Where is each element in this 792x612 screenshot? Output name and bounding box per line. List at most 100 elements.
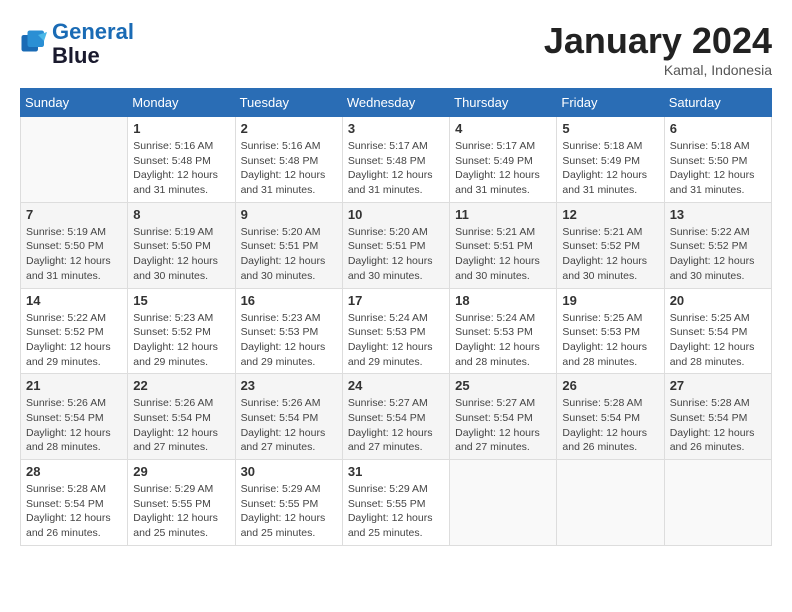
header-saturday: Saturday — [664, 89, 771, 117]
day-number: 22 — [133, 378, 229, 393]
day-number: 9 — [241, 207, 337, 222]
day-number: 26 — [562, 378, 658, 393]
day-info: Sunrise: 5:21 AM Sunset: 5:52 PM Dayligh… — [562, 225, 658, 284]
day-info: Sunrise: 5:19 AM Sunset: 5:50 PM Dayligh… — [133, 225, 229, 284]
header-thursday: Thursday — [450, 89, 557, 117]
calendar-cell: 28 Sunrise: 5:28 AM Sunset: 5:54 PM Dayli… — [21, 460, 128, 546]
day-number: 21 — [26, 378, 122, 393]
calendar-cell: 5 Sunrise: 5:18 AM Sunset: 5:49 PM Daylig… — [557, 117, 664, 203]
calendar-cell: 25 Sunrise: 5:27 AM Sunset: 5:54 PM Dayli… — [450, 374, 557, 460]
day-number: 15 — [133, 293, 229, 308]
logo-icon — [20, 29, 50, 59]
day-info: Sunrise: 5:27 AM Sunset: 5:54 PM Dayligh… — [455, 396, 551, 455]
title-area: January 2024 Kamal, Indonesia — [544, 20, 772, 78]
header-tuesday: Tuesday — [235, 89, 342, 117]
logo: General Blue — [20, 20, 134, 68]
day-number: 10 — [348, 207, 444, 222]
calendar-cell: 14Sunrise: 5:22 AM Sunset: 5:52 PM Dayli… — [21, 288, 128, 374]
calendar-cell: 10 Sunrise: 5:20 AM Sunset: 5:51 PM Dayli… — [342, 202, 449, 288]
day-number: 23 — [241, 378, 337, 393]
calendar-cell: 31Sunrise: 5:29 AM Sunset: 5:55 PM Dayli… — [342, 460, 449, 546]
day-number: 1 — [133, 121, 229, 136]
day-info: Sunrise: 5:22 AM Sunset: 5:52 PM Dayligh… — [670, 225, 766, 284]
day-number: 8 — [133, 207, 229, 222]
day-number: 16 — [241, 293, 337, 308]
calendar-cell: 9 Sunrise: 5:20 AM Sunset: 5:51 PM Daylig… — [235, 202, 342, 288]
calendar-week-row: 14Sunrise: 5:22 AM Sunset: 5:52 PM Dayli… — [21, 288, 772, 374]
day-info: Sunrise: 5:25 AM Sunset: 5:53 PM Dayligh… — [562, 311, 658, 370]
calendar-cell: 7 Sunrise: 5:19 AM Sunset: 5:50 PM Daylig… — [21, 202, 128, 288]
day-info: Sunrise: 5:24 AM Sunset: 5:53 PM Dayligh… — [455, 311, 551, 370]
calendar-week-row: 28 Sunrise: 5:28 AM Sunset: 5:54 PM Dayli… — [21, 460, 772, 546]
day-number: 19 — [562, 293, 658, 308]
day-number: 20 — [670, 293, 766, 308]
calendar-cell: 6Sunrise: 5:18 AM Sunset: 5:50 PM Daylig… — [664, 117, 771, 203]
calendar-cell: 29 Sunrise: 5:29 AM Sunset: 5:55 PM Dayli… — [128, 460, 235, 546]
day-info: Sunrise: 5:29 AM Sunset: 5:55 PM Dayligh… — [133, 482, 229, 541]
day-info: Sunrise: 5:28 AM Sunset: 5:54 PM Dayligh… — [670, 396, 766, 455]
calendar-cell — [21, 117, 128, 203]
day-info: Sunrise: 5:17 AM Sunset: 5:48 PM Dayligh… — [348, 139, 444, 198]
calendar-cell: 20 Sunrise: 5:25 AM Sunset: 5:54 PM Dayli… — [664, 288, 771, 374]
day-number: 28 — [26, 464, 122, 479]
logo-text: General Blue — [52, 20, 134, 68]
day-info: Sunrise: 5:17 AM Sunset: 5:49 PM Dayligh… — [455, 139, 551, 198]
day-number: 29 — [133, 464, 229, 479]
calendar-cell: 18 Sunrise: 5:24 AM Sunset: 5:53 PM Dayli… — [450, 288, 557, 374]
day-number: 18 — [455, 293, 551, 308]
calendar-cell: 11Sunrise: 5:21 AM Sunset: 5:51 PM Dayli… — [450, 202, 557, 288]
calendar-table: SundayMondayTuesdayWednesdayThursdayFrid… — [20, 88, 772, 546]
day-info: Sunrise: 5:28 AM Sunset: 5:54 PM Dayligh… — [26, 482, 122, 541]
calendar-header-row: SundayMondayTuesdayWednesdayThursdayFrid… — [21, 89, 772, 117]
day-info: Sunrise: 5:26 AM Sunset: 5:54 PM Dayligh… — [26, 396, 122, 455]
calendar-week-row: 1 Sunrise: 5:16 AM Sunset: 5:48 PM Daylig… — [21, 117, 772, 203]
calendar-cell: 27 Sunrise: 5:28 AM Sunset: 5:54 PM Dayli… — [664, 374, 771, 460]
header-sunday: Sunday — [21, 89, 128, 117]
page-header: General Blue January 2024 Kamal, Indones… — [20, 20, 772, 78]
day-number: 4 — [455, 121, 551, 136]
day-info: Sunrise: 5:20 AM Sunset: 5:51 PM Dayligh… — [348, 225, 444, 284]
day-info: Sunrise: 5:25 AM Sunset: 5:54 PM Dayligh… — [670, 311, 766, 370]
day-info: Sunrise: 5:16 AM Sunset: 5:48 PM Dayligh… — [133, 139, 229, 198]
day-info: Sunrise: 5:20 AM Sunset: 5:51 PM Dayligh… — [241, 225, 337, 284]
day-number: 17 — [348, 293, 444, 308]
day-number: 27 — [670, 378, 766, 393]
calendar-cell: 30Sunrise: 5:29 AM Sunset: 5:55 PM Dayli… — [235, 460, 342, 546]
day-info: Sunrise: 5:26 AM Sunset: 5:54 PM Dayligh… — [241, 396, 337, 455]
calendar-cell: 19 Sunrise: 5:25 AM Sunset: 5:53 PM Dayli… — [557, 288, 664, 374]
day-info: Sunrise: 5:18 AM Sunset: 5:49 PM Dayligh… — [562, 139, 658, 198]
day-info: Sunrise: 5:29 AM Sunset: 5:55 PM Dayligh… — [241, 482, 337, 541]
day-number: 25 — [455, 378, 551, 393]
calendar-cell: 2 Sunrise: 5:16 AM Sunset: 5:48 PM Daylig… — [235, 117, 342, 203]
calendar-cell: 8 Sunrise: 5:19 AM Sunset: 5:50 PM Daylig… — [128, 202, 235, 288]
calendar-cell — [557, 460, 664, 546]
calendar-cell: 21 Sunrise: 5:26 AM Sunset: 5:54 PM Dayli… — [21, 374, 128, 460]
day-number: 24 — [348, 378, 444, 393]
month-title: January 2024 — [544, 20, 772, 62]
calendar-cell: 1 Sunrise: 5:16 AM Sunset: 5:48 PM Daylig… — [128, 117, 235, 203]
day-number: 6 — [670, 121, 766, 136]
calendar-cell — [664, 460, 771, 546]
day-number: 14 — [26, 293, 122, 308]
day-info: Sunrise: 5:27 AM Sunset: 5:54 PM Dayligh… — [348, 396, 444, 455]
calendar-cell: 16Sunrise: 5:23 AM Sunset: 5:53 PM Dayli… — [235, 288, 342, 374]
header-friday: Friday — [557, 89, 664, 117]
day-number: 12 — [562, 207, 658, 222]
header-wednesday: Wednesday — [342, 89, 449, 117]
calendar-cell: 17 Sunrise: 5:24 AM Sunset: 5:53 PM Dayli… — [342, 288, 449, 374]
calendar-cell: 13Sunrise: 5:22 AM Sunset: 5:52 PM Dayli… — [664, 202, 771, 288]
calendar-cell: 12 Sunrise: 5:21 AM Sunset: 5:52 PM Dayli… — [557, 202, 664, 288]
calendar-cell: 24 Sunrise: 5:27 AM Sunset: 5:54 PM Dayli… — [342, 374, 449, 460]
day-info: Sunrise: 5:24 AM Sunset: 5:53 PM Dayligh… — [348, 311, 444, 370]
calendar-cell: 26Sunrise: 5:28 AM Sunset: 5:54 PM Dayli… — [557, 374, 664, 460]
location: Kamal, Indonesia — [544, 62, 772, 78]
day-number: 5 — [562, 121, 658, 136]
day-number: 11 — [455, 207, 551, 222]
day-info: Sunrise: 5:19 AM Sunset: 5:50 PM Dayligh… — [26, 225, 122, 284]
day-number: 7 — [26, 207, 122, 222]
day-number: 2 — [241, 121, 337, 136]
day-info: Sunrise: 5:16 AM Sunset: 5:48 PM Dayligh… — [241, 139, 337, 198]
calendar-week-row: 7 Sunrise: 5:19 AM Sunset: 5:50 PM Daylig… — [21, 202, 772, 288]
calendar-cell: 4 Sunrise: 5:17 AM Sunset: 5:49 PM Daylig… — [450, 117, 557, 203]
day-info: Sunrise: 5:29 AM Sunset: 5:55 PM Dayligh… — [348, 482, 444, 541]
